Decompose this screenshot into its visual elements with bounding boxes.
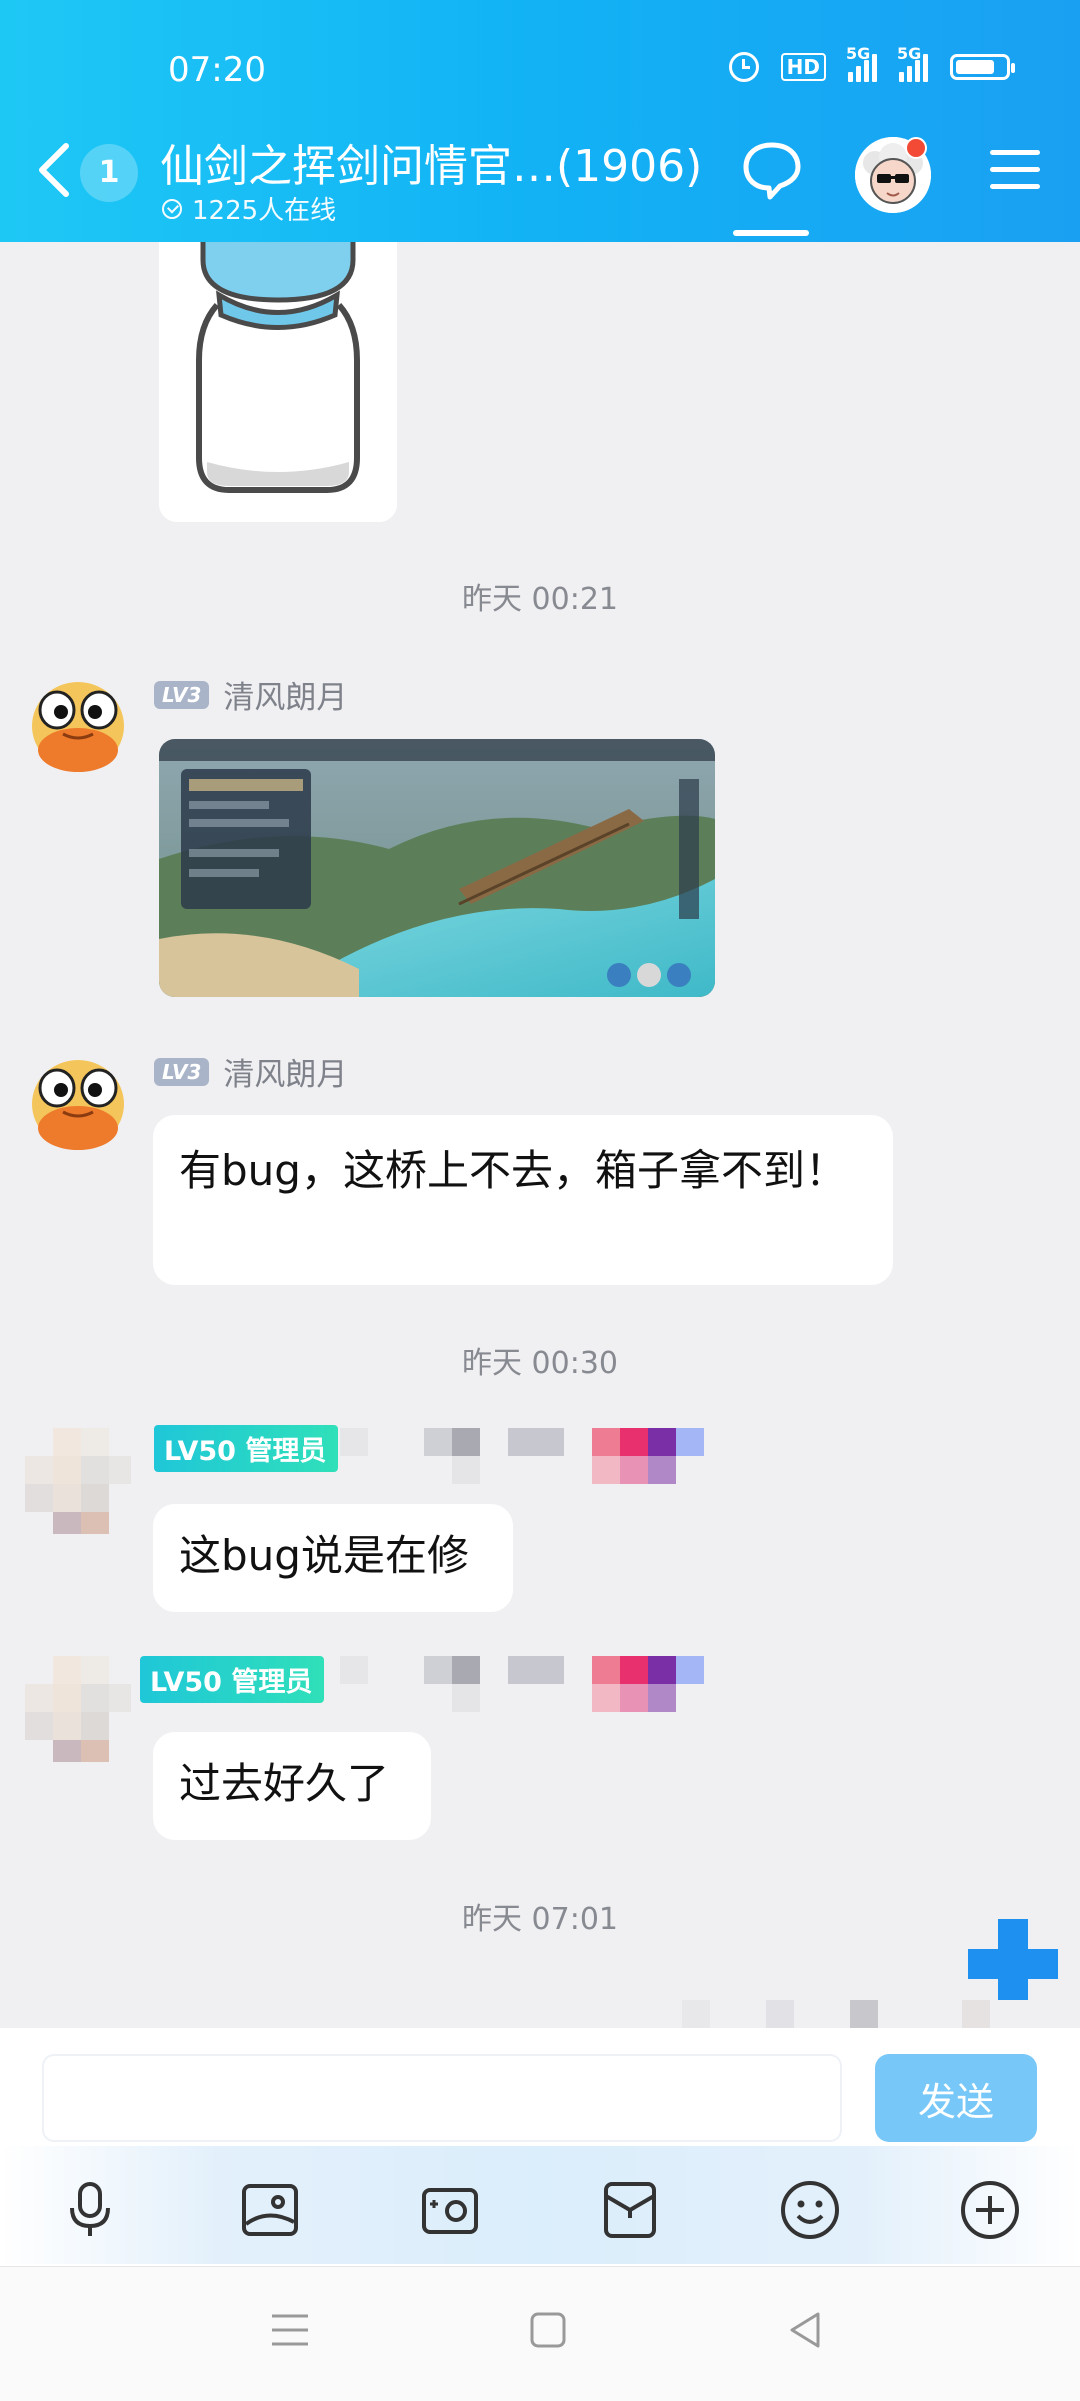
menu-lines-icon xyxy=(272,2314,308,2346)
admin-level-badge: LV50 管理员 xyxy=(154,1425,339,1472)
input-toolbar xyxy=(0,2146,1080,2264)
hd-voice-icon: HD xyxy=(780,53,826,81)
sender-info: LV50 管理员 xyxy=(140,1656,325,1703)
pixelated-username-suffix xyxy=(648,1656,704,1712)
status-icons: HD 5G 5G xyxy=(728,44,1015,82)
group-title[interactable]: 仙剑之挥剑问情官…(1906) xyxy=(160,130,702,194)
chat-header: 07:20 HD 5G 5G 1 仙剑之挥剑问情官…(1906) 1225人在线 xyxy=(0,0,1080,242)
notification-dot xyxy=(905,137,927,159)
camera-button[interactable] xyxy=(418,2178,482,2242)
duck-avatar-icon xyxy=(25,668,131,774)
alarm-icon xyxy=(728,52,759,82)
avatar[interactable] xyxy=(25,1656,131,1762)
sender-name[interactable]: 清风朗月 xyxy=(223,1049,347,1094)
sender-info: LV3 清风朗月 xyxy=(154,1049,347,1094)
more-options-button[interactable] xyxy=(958,2178,1022,2242)
pixelated-avatar-icon xyxy=(25,1656,131,1762)
message-timestamp: 昨天 00:30 xyxy=(462,1346,618,1381)
avatar[interactable] xyxy=(25,1046,131,1152)
red-packet-icon xyxy=(604,2182,656,2238)
battery-icon xyxy=(950,54,1015,80)
text-message-bubble[interactable]: 过去好久了 xyxy=(153,1732,431,1840)
admin-level-badge: LV50 管理员 xyxy=(140,1656,325,1703)
game-screenshot-image xyxy=(159,739,715,997)
home-square-icon xyxy=(530,2312,566,2348)
message-timestamp: 昨天 07:01 xyxy=(462,1902,618,1937)
red-packet-button[interactable] xyxy=(598,2178,662,2242)
image-icon xyxy=(242,2184,298,2236)
sticker-message[interactable] xyxy=(159,200,397,522)
back-button[interactable] xyxy=(30,140,80,200)
text-message-bubble[interactable]: 这bug说是在修 xyxy=(153,1504,513,1612)
signal-icon: 5G xyxy=(846,44,877,82)
signal-icon-2: 5G xyxy=(897,44,928,82)
emoji-button[interactable] xyxy=(778,2178,842,2242)
avatar[interactable] xyxy=(25,1428,131,1534)
chat-bubble-tab[interactable] xyxy=(740,140,804,200)
camera-icon xyxy=(422,2188,478,2234)
status-time: 07:20 xyxy=(168,50,266,90)
active-tab-indicator xyxy=(733,230,809,236)
mic-icon xyxy=(70,2182,110,2236)
message-timestamp: 昨天 00:21 xyxy=(462,582,618,617)
duck-avatar-icon xyxy=(25,1046,131,1152)
pixelated-username xyxy=(340,1428,648,1484)
nav-home-button[interactable] xyxy=(524,2306,572,2354)
plus-icon xyxy=(961,2181,1019,2239)
nav-menu-button[interactable] xyxy=(266,2306,314,2354)
network-type-label-2: 5G xyxy=(897,44,922,63)
online-count: 1225人在线 xyxy=(162,190,336,227)
image-message[interactable] xyxy=(159,739,715,997)
online-count-text: 1225人在线 xyxy=(192,196,337,226)
network-type-label: 5G xyxy=(846,44,871,63)
emoji-icon xyxy=(781,2181,839,2239)
back-arrow-icon xyxy=(39,143,69,197)
back-triangle-icon xyxy=(790,2312,820,2348)
nav-back-button[interactable] xyxy=(782,2306,830,2354)
image-button[interactable] xyxy=(238,2178,302,2242)
message-input[interactable] xyxy=(42,2054,842,2142)
level-badge: LV3 xyxy=(154,680,210,709)
pixelated-avatar-icon xyxy=(25,1428,131,1534)
blue-plus-icon xyxy=(968,1919,1058,2009)
send-button[interactable]: 发送 xyxy=(875,2054,1037,2142)
pixelated-username-suffix xyxy=(648,1428,704,1484)
unread-count-badge[interactable]: 1 xyxy=(80,144,138,202)
menu-button[interactable] xyxy=(990,150,1040,196)
pixelated-username xyxy=(340,1656,648,1712)
chat-bubble-icon xyxy=(743,142,801,200)
voice-button[interactable] xyxy=(58,2178,122,2242)
avatar[interactable] xyxy=(25,668,131,774)
online-check-icon xyxy=(162,198,182,219)
text-message-bubble[interactable]: 有bug，这桥上不去，箱子拿不到！ xyxy=(153,1115,893,1285)
pixelated-partial-row xyxy=(682,2000,1046,2028)
sender-info: LV3 清风朗月 xyxy=(154,672,347,717)
level-badge: LV3 xyxy=(154,1057,210,1086)
bottle-sticker-icon xyxy=(159,200,397,522)
sender-info: LV50 管理员 xyxy=(154,1425,339,1472)
floating-plus-button[interactable] xyxy=(968,1919,1058,2009)
sender-name[interactable]: 清风朗月 xyxy=(223,672,347,717)
